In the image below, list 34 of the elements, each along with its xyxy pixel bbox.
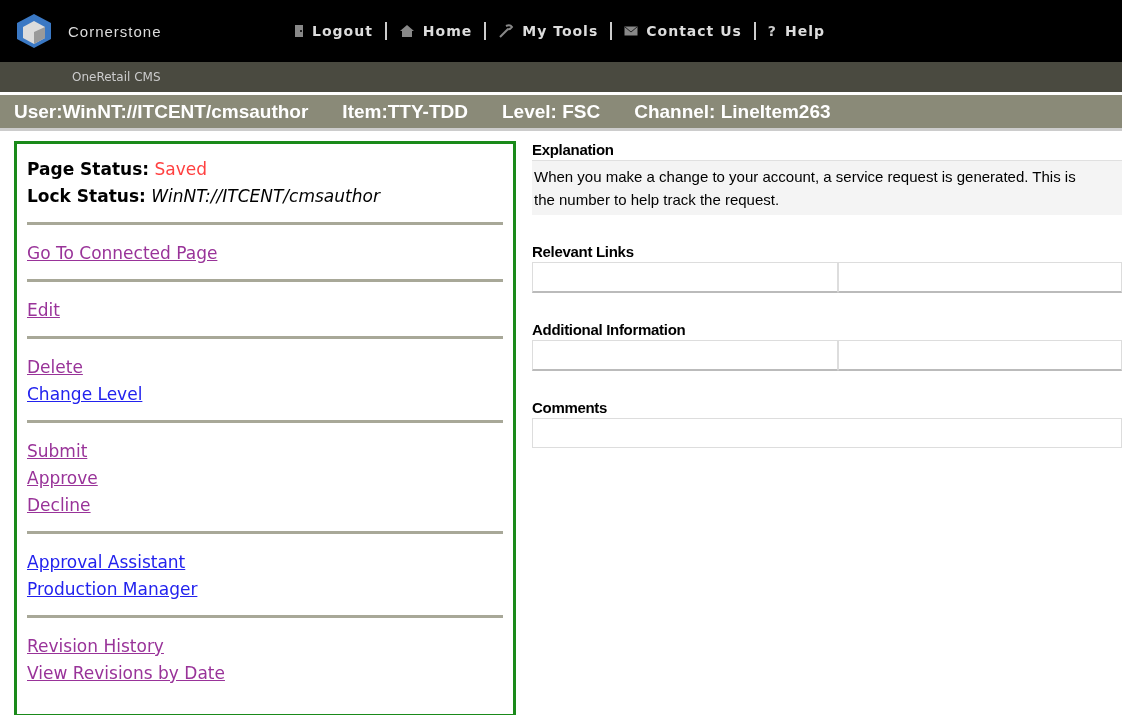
action-link[interactable]: Edit — [27, 297, 60, 324]
app-name: OneRetail CMS — [72, 70, 161, 84]
section-heading: Relevant Links — [532, 243, 635, 260]
action-link[interactable]: Approval Assistant — [27, 549, 186, 576]
action-link[interactable]: Production Manager — [27, 576, 198, 603]
door-icon — [294, 24, 304, 38]
cube-logo-icon — [14, 13, 54, 49]
brand-name: Cornerstone — [68, 22, 162, 40]
nav-link[interactable]: Contact Us — [624, 23, 742, 39]
status-line: Page Status: Saved — [27, 158, 209, 181]
action-link[interactable]: Submit — [27, 438, 88, 465]
action-link[interactable]: View Revisions by Date — [27, 660, 225, 687]
section-heading: Explanation — [532, 141, 615, 158]
action-link[interactable]: Decline — [27, 492, 91, 519]
context-label: User:WinNT://ITCENT/cmsauthor — [14, 100, 309, 123]
action-link[interactable]: Delete — [27, 354, 83, 381]
house-icon — [398, 24, 415, 38]
section-heading: Additional Information — [532, 321, 687, 338]
context-label: Channel: LineItem263 — [634, 100, 831, 123]
section-heading: Comments — [532, 399, 609, 416]
tool-icon — [498, 24, 515, 38]
nav-link[interactable]: Home — [398, 23, 473, 39]
action-link[interactable]: Revision History — [27, 633, 164, 660]
action-link[interactable]: Approve — [27, 465, 98, 492]
status-line: Lock Status: WinNT://ITCENT/cmsauthor — [27, 185, 382, 208]
nav-link[interactable]: ? Help — [767, 23, 825, 39]
envelope-icon — [624, 26, 639, 36]
action-link[interactable]: Change Level — [27, 381, 143, 408]
nav-link[interactable]: Logout — [294, 23, 373, 39]
nav-link[interactable]: My Tools — [498, 23, 599, 39]
action-link[interactable]: Go To Connected Page — [27, 240, 218, 267]
explanation-text: When you make a change to your account, a service request is generated. This is the number to help track the request. — [532, 160, 1122, 215]
context-label: Item:TTY-TDD — [342, 100, 468, 123]
context-label: Level: FSC — [501, 100, 601, 123]
